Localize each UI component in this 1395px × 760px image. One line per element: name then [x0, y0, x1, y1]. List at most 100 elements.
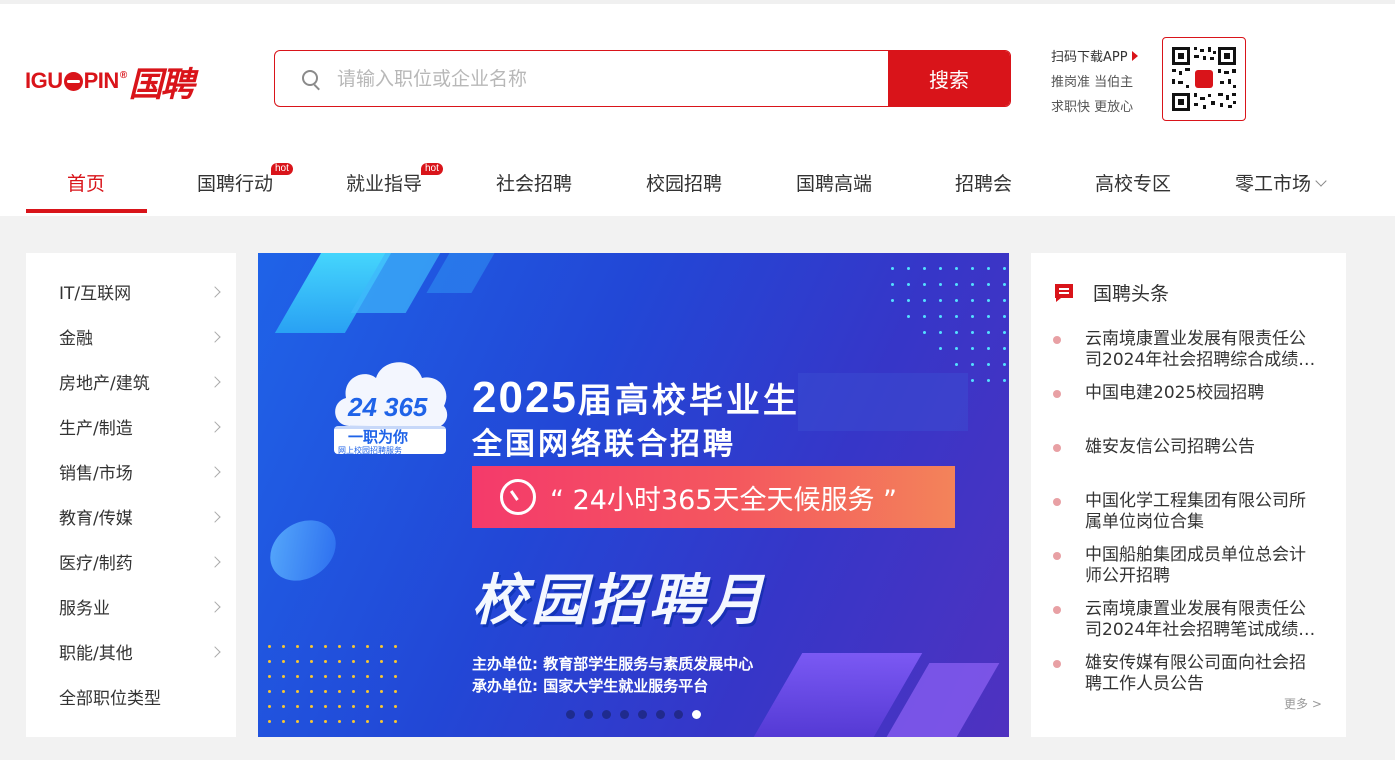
nav-gig-market[interactable]: 零工市场: [1235, 154, 1327, 216]
category-medical[interactable]: 医疗/制药: [59, 539, 221, 584]
banner-dot-grid: [891, 267, 1006, 382]
decor-dot: [296, 645, 299, 648]
search-button[interactable]: 搜索: [888, 51, 1010, 106]
decor-dot: [891, 283, 894, 286]
qr-code-icon: [1170, 45, 1238, 113]
decor-dot: [366, 705, 369, 708]
decor-dot: [380, 720, 383, 723]
news-item[interactable]: 云南境康置业发展有限责任公司2024年社会招聘笔试成绩公示: [1053, 599, 1328, 641]
nav-label: 社会招聘: [496, 173, 573, 195]
nav-label: 就业指导: [346, 173, 423, 195]
decor-dot: [394, 705, 397, 708]
nav-high-end[interactable]: 国聘高端: [796, 154, 872, 216]
decor-dot: [282, 660, 285, 663]
news-item[interactable]: 雄安传媒有限公司面向社会招聘工作人员公告: [1053, 653, 1328, 695]
chevron-right-icon: [209, 600, 221, 613]
app-qr-code: [1162, 37, 1246, 121]
category-finance[interactable]: 金融: [59, 314, 221, 359]
decor-dot: [907, 283, 910, 286]
category-it[interactable]: IT/互联网: [59, 269, 221, 314]
decor-dot: [296, 675, 299, 678]
category-sales[interactable]: 销售/市场: [59, 449, 221, 494]
banner-month-title: 校园招聘月: [472, 568, 768, 632]
news-item-text: 云南境康置业发展有限责任公司2024年社会招聘综合成绩公示: [1085, 329, 1316, 370]
decor-dot: [971, 299, 974, 302]
nav-university-zone[interactable]: 高校专区: [1095, 154, 1171, 216]
decor-dot: [907, 315, 910, 318]
carousel-pager: [566, 710, 701, 719]
decor-dot: [296, 690, 299, 693]
nav-campus-recruit[interactable]: 校园招聘: [646, 154, 722, 216]
news-item[interactable]: 云南境康置业发展有限责任公司2024年社会招聘综合成绩公示: [1053, 329, 1328, 371]
decor-dot: [987, 267, 990, 270]
decor-dot: [1003, 379, 1006, 382]
logo-wordmark: IGU PIN ®: [25, 68, 127, 94]
carousel-dot[interactable]: [692, 710, 701, 719]
category-real-estate[interactable]: 房地产/建筑: [59, 359, 221, 404]
decor-dot: [310, 645, 313, 648]
logo-latin-right: PIN: [83, 68, 120, 93]
nav-social-recruit[interactable]: 社会招聘: [496, 154, 572, 216]
decor-dot: [352, 720, 355, 723]
category-manufacturing[interactable]: 生产/制造: [59, 404, 221, 449]
decor-dot: [366, 660, 369, 663]
chevron-right-icon: [209, 420, 221, 433]
decor-dot: [923, 283, 926, 286]
carousel-dot[interactable]: [584, 710, 593, 719]
decor-dot: [282, 720, 285, 723]
decor-dot: [955, 283, 958, 286]
decor-dot: [268, 690, 271, 693]
nav-career-guide[interactable]: 就业指导 hot: [346, 154, 443, 216]
decor-dot: [987, 331, 990, 334]
decor-dot: [955, 363, 958, 366]
category-label: 生产/制造: [59, 419, 133, 439]
decor-dot: [923, 315, 926, 318]
carousel-dot[interactable]: [674, 710, 683, 719]
decor-dot: [971, 267, 974, 270]
decor-dot: [1003, 331, 1006, 334]
decor-dot: [1003, 315, 1006, 318]
carousel-dot[interactable]: [620, 710, 629, 719]
category-education[interactable]: 教育/传媒: [59, 494, 221, 539]
banner-carousel[interactable]: 24 365 一职为你 网上校园招聘服务 2025届高校毕业生 全国网络联合招聘…: [258, 253, 1009, 737]
nav-job-fair[interactable]: 招聘会: [955, 154, 1012, 216]
site-logo[interactable]: IGU PIN ® 国聘: [25, 56, 195, 106]
news-item[interactable]: 中国化学工程集团有限公司所属单位岗位合集: [1053, 491, 1328, 533]
decor-dot: [324, 690, 327, 693]
site-header: IGU PIN ® 国聘 搜索 扫码下载APP 推岗准 当伯主 求职快 更放心: [0, 4, 1395, 216]
decor-dot: [907, 267, 910, 270]
decor-dot: [987, 299, 990, 302]
decor-dot: [282, 690, 285, 693]
carousel-dot[interactable]: [638, 710, 647, 719]
decor-dot: [268, 660, 271, 663]
search-input[interactable]: [337, 51, 888, 106]
category-all[interactable]: 全部职位类型: [59, 674, 219, 719]
carousel-dot[interactable]: [566, 710, 575, 719]
category-functional[interactable]: 职能/其他: [59, 629, 221, 674]
decor-dot: [939, 315, 942, 318]
carousel-dot[interactable]: [656, 710, 665, 719]
job-category-menu: IT/互联网 金融 房地产/建筑 生产/制造 销售/市场 教育/传媒 医疗/制药…: [26, 253, 236, 737]
decor-dot: [338, 645, 341, 648]
decor-dot: [310, 675, 313, 678]
decor-dot: [1003, 267, 1006, 270]
bullet-dot: [1053, 552, 1061, 560]
news-item[interactable]: 中国船舶集团成员单位总会计师公开招聘: [1053, 545, 1328, 587]
decor-dot: [352, 690, 355, 693]
news-item-text: 云南境康置业发展有限责任公司2024年社会招聘笔试成绩公示: [1085, 599, 1316, 640]
decor-dot: [268, 645, 271, 648]
news-item[interactable]: 中国电建2025校园招聘: [1053, 383, 1328, 404]
nav-guopin-action[interactable]: 国聘行动 hot: [197, 154, 293, 216]
logo-latin-left: IGU: [25, 68, 63, 93]
decor-dot: [971, 283, 974, 286]
decor-dot: [338, 675, 341, 678]
nav-home[interactable]: 首页: [67, 154, 105, 216]
app-download-promo[interactable]: 扫码下载APP 推岗准 当伯主 求职快 更放心: [1051, 46, 1156, 115]
news-item[interactable]: 雄安友信公司招聘公告: [1053, 437, 1328, 458]
carousel-dot[interactable]: [602, 710, 611, 719]
bullet-dot: [1053, 498, 1061, 506]
news-more-link[interactable]: 更多 >: [1284, 695, 1322, 712]
category-service[interactable]: 服务业: [59, 584, 221, 629]
decor-dot: [380, 645, 383, 648]
category-label: 医疗/制药: [59, 554, 133, 574]
